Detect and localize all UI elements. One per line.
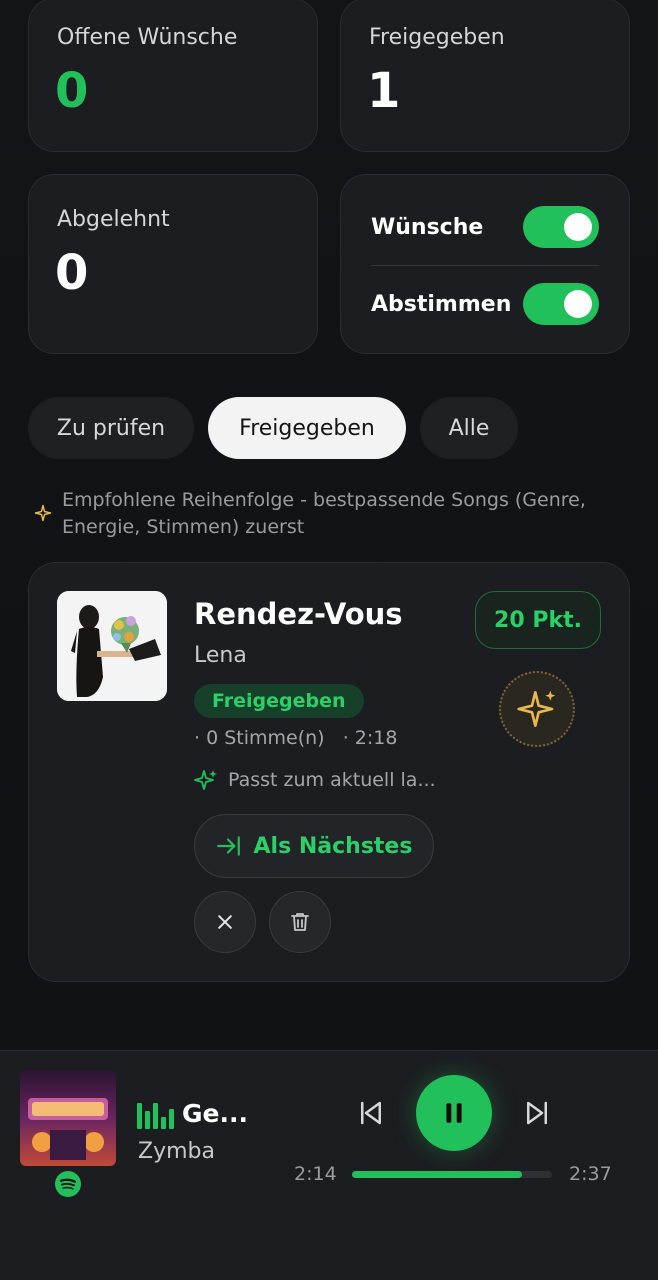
points-badge: 20 Pkt. [475,591,601,649]
pause-button[interactable] [416,1075,492,1151]
toggle-knob [564,213,592,241]
wishes-toggle[interactable] [523,206,599,248]
play-next-label: Als Nächstes [253,833,413,859]
boost-button[interactable] [499,671,575,747]
trash-icon [291,913,309,931]
close-icon [218,915,232,929]
now-playing-cover[interactable] [20,1070,116,1166]
tab-to-review[interactable]: Zu prüfen [28,397,194,459]
approved-value: 1 [367,63,401,119]
sparkles-icon [194,770,217,790]
wishes-toggle-row: Wünsche [371,205,599,249]
song-meta: · 0 Stimme(n) · 2:18 [194,727,398,749]
now-playing-title: Ge... [182,1099,248,1128]
match-info: Passt zum aktuell la... [194,768,436,792]
rejected-value: 0 [55,245,89,301]
play-next-button[interactable]: Als Nächstes [194,814,434,878]
divider [371,265,599,266]
hint-text: Empfohlene Reihenfolge - bestpassende So… [62,489,586,538]
settings-card: Wünsche Abstimmen [340,174,630,354]
pause-icon [446,1103,462,1123]
tab-all[interactable]: Alle [420,397,518,459]
progress-fill [352,1171,522,1178]
skip-previous-icon [361,1101,381,1125]
rejected-card: Abgelehnt 0 [28,174,318,354]
voting-toggle-label: Abstimmen [371,291,512,317]
album-cover [57,591,167,701]
sparkle-icon [517,690,556,727]
sparkle-icon [34,504,52,522]
rejected-label: Abgelehnt [57,207,170,232]
voting-toggle[interactable] [523,283,599,325]
progress-bar[interactable] [352,1171,552,1178]
previous-button[interactable] [350,1093,392,1133]
toggle-knob [564,290,592,318]
skip-next-icon [527,1101,547,1125]
voting-toggle-row: Abstimmen [371,282,599,326]
page: Offene Wünsche 0 Freigegeben 1 Abgelehnt… [0,0,658,1280]
song-artist: Lena [194,643,247,668]
elapsed-time: 2:14 [294,1163,337,1185]
open-wishes-value: 0 [55,63,89,119]
open-wishes-card: Offene Wünsche 0 [28,0,318,152]
now-playing-bar: Ge... Zymba 2:14 2:37 [0,1050,658,1280]
approved-card: Freigegeben 1 [340,0,630,152]
spotify-icon [55,1171,81,1197]
recommendation-hint: Empfohlene Reihenfolge - bestpassende So… [34,487,624,541]
song-title: Rendez-Vous [194,597,403,631]
song-card: Rendez-Vous Lena Freigegeben · 0 Stimme(… [28,562,630,982]
now-playing-artist: Zymba [138,1139,215,1164]
reject-button[interactable] [194,891,256,953]
next-button[interactable] [516,1093,558,1133]
wishes-toggle-label: Wünsche [371,214,484,240]
total-time: 2:37 [569,1163,612,1185]
delete-button[interactable] [269,891,331,953]
arrow-right-to-bar-icon [216,836,240,856]
approved-label: Freigegeben [369,25,505,50]
equalizer-icon [137,1103,174,1129]
open-wishes-label: Offene Wünsche [57,25,238,50]
status-badge: Freigegeben [194,684,364,718]
tab-approved[interactable]: Freigegeben [208,397,406,459]
match-text: Passt zum aktuell la... [228,769,436,791]
